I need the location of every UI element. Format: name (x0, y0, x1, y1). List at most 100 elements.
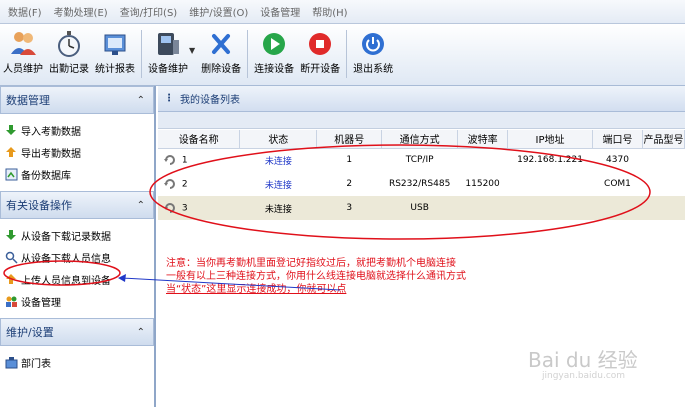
power-icon (360, 30, 386, 58)
cell-ip-address (507, 196, 593, 220)
connect-button[interactable]: 连接设备 (251, 30, 297, 75)
toolbar: 人员维护 出勤记录 统计报表 设备维护 ▼ 删除设备 连接设备 断开设备 退出系… (0, 24, 685, 86)
arrow-up-orange-icon (4, 272, 18, 286)
stats-button[interactable]: 统计报表 (92, 30, 138, 75)
table-row[interactable]: 1 未连接 1 TCP/IP 192.168.1.221 4370 (158, 148, 685, 172)
people-icon (10, 30, 36, 58)
collapse-chevron-icon[interactable]: ⌃ (137, 327, 145, 338)
menu-maint-settings[interactable]: 维护/设置(O) (183, 4, 254, 19)
cell-status: 未连接 (264, 156, 292, 167)
table-header-row: 设备名称 状态 机器号 通信方式 波特率 IP地址 端口号 产品型号 (158, 130, 685, 149)
col-machine-no[interactable]: 机器号 (316, 130, 383, 149)
cell-device-name: 1 (158, 148, 240, 172)
col-port[interactable]: 端口号 (592, 130, 643, 149)
cell-product-model (642, 148, 684, 172)
stop-icon (307, 30, 333, 58)
cell-port: 4370 (606, 155, 629, 166)
search-icon (4, 250, 18, 264)
maint-settings-body: 部门表 (0, 346, 154, 379)
col-product-model[interactable]: 产品型号 (642, 130, 685, 149)
cell-baud-rate (457, 196, 508, 220)
col-ip-address[interactable]: IP地址 (507, 130, 593, 149)
arrow-down-green-icon (4, 123, 18, 137)
menu-help[interactable]: 帮助(H) (306, 4, 353, 19)
nav-download-staff[interactable]: 从设备下载人员信息 (4, 246, 150, 268)
device-table: 设备名称 状态 机器号 通信方式 波特率 IP地址 端口号 产品型号 1 未连接… (158, 130, 685, 220)
cell-machine-no: 1 (346, 155, 353, 166)
cell-product-model (642, 172, 684, 196)
dropdown-arrow-icon[interactable]: ▼ (189, 46, 195, 55)
cell-ip-address (508, 172, 593, 196)
menu-attendance[interactable]: 考勤处理(E) (48, 4, 114, 19)
cell-machine-no: 3 (316, 196, 382, 220)
records-button[interactable]: 出勤记录 (46, 30, 92, 75)
cell-status: 未连接 (264, 180, 292, 191)
nav-device-mgmt[interactable]: 设备管理 (4, 290, 150, 312)
col-device-name[interactable]: 设备名称 (158, 130, 241, 149)
table-row[interactable]: 3 未连接 3 USB (158, 196, 685, 220)
people-icon (4, 294, 18, 308)
device-maint-button[interactable]: 设备维护 (145, 30, 191, 75)
menu-bar: 数据(F) 考勤处理(E) 查询/打印(S) 维护/设置(O) 设备管理 帮助(… (0, 0, 685, 24)
department-icon (4, 355, 18, 369)
device-ops-header[interactable]: 有关设备操作 ⌃ (0, 191, 154, 219)
cell-comm-mode: RS232/RS485 (388, 179, 451, 189)
nav-upload-staff[interactable]: 上传人员信息到设备 (4, 268, 150, 290)
delete-device-button[interactable]: 删除设备 (198, 30, 244, 75)
toolbar-separator (247, 30, 249, 78)
arrow-up-orange-icon (4, 145, 18, 159)
nav-import-attendance[interactable]: 导入考勤数据 (4, 119, 150, 141)
terminal-device-icon (155, 30, 181, 58)
cell-machine-no: 2 (346, 179, 353, 189)
disconnect-button[interactable]: 断开设备 (297, 30, 343, 75)
data-mgmt-header[interactable]: 数据管理 ⌃ (0, 86, 154, 114)
col-status[interactable]: 状态 (239, 130, 318, 149)
cell-baud-rate: 115200 (465, 179, 500, 189)
toolbar-separator (141, 30, 142, 78)
baidu-watermark-url: jingyan.baidu.com (542, 371, 626, 381)
cell-ip-address: 192.168.1.221 (517, 155, 583, 166)
report-icon (102, 30, 128, 58)
maint-settings-header[interactable]: 维护/设置 ⌃ (0, 318, 154, 346)
device-refresh-icon (164, 155, 175, 166)
collapse-chevron-icon[interactable]: ⌃ (137, 95, 145, 106)
cell-device-name: 2 (158, 172, 240, 196)
left-nav-panel: 数据管理 ⌃ 导入考勤数据 导出考勤数据 备份数据库 有关设备操作 ⌃ 从设备下… (0, 86, 156, 407)
menu-device-mgmt[interactable]: 设备管理 (254, 4, 306, 19)
cell-comm-mode: USB (381, 196, 458, 220)
data-mgmt-body: 导入考勤数据 导出考勤数据 备份数据库 (0, 114, 154, 191)
delete-x-icon (208, 30, 234, 58)
annotation-note-3: 当“状态”这里显示连接成功，你就可以点 (166, 284, 347, 295)
device-refresh-icon (164, 179, 175, 189)
device-refresh-icon (164, 203, 175, 213)
cell-port: COM1 (604, 179, 631, 189)
col-baud-rate[interactable]: 波特率 (457, 130, 509, 149)
cell-status: 未连接 (239, 196, 317, 220)
stopwatch-icon (56, 30, 82, 58)
device-list-title-bar: ⋮ 我的设备列表 (158, 86, 685, 112)
menu-query-print[interactable]: 查询/打印(S) (114, 4, 184, 19)
toolbar-separator (346, 30, 348, 78)
grip-icon: ⋮ (164, 93, 174, 104)
cell-product-model (642, 196, 685, 220)
baidu-watermark-logo: Bai du 经验 (528, 348, 638, 372)
nav-department-table[interactable]: 部门表 (4, 351, 150, 373)
table-row[interactable]: 2 未连接 2 RS232/RS485 115200 COM1 (158, 172, 685, 196)
exit-button[interactable]: 退出系统 (350, 30, 396, 75)
backup-icon (4, 167, 18, 181)
cell-comm-mode: TCP/IP (405, 155, 434, 166)
device-ops-body: 从设备下载记录数据 从设备下载人员信息 上传人员信息到设备 设备管理 (0, 219, 154, 318)
col-comm-mode[interactable]: 通信方式 (381, 130, 459, 149)
nav-export-attendance[interactable]: 导出考勤数据 (4, 141, 150, 163)
cell-device-name: 3 (158, 196, 240, 220)
nav-download-records[interactable]: 从设备下载记录数据 (4, 224, 150, 246)
cell-port (592, 196, 643, 220)
device-list-toolbar-strip (158, 112, 685, 129)
staff-button[interactable]: 人员维护 (0, 30, 46, 75)
play-icon (261, 30, 287, 58)
cell-baud-rate (458, 148, 508, 172)
arrow-down-green-icon (4, 228, 18, 242)
nav-backup-db[interactable]: 备份数据库 (4, 163, 150, 185)
menu-data[interactable]: 数据(F) (2, 4, 48, 19)
collapse-chevron-icon[interactable]: ⌃ (137, 200, 145, 211)
